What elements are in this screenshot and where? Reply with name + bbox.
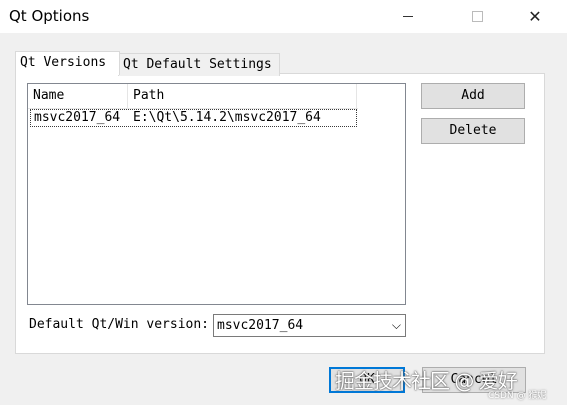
default-version-value: msvc2017_64 — [217, 318, 304, 333]
column-header-name[interactable]: Name — [28, 84, 128, 108]
close-button[interactable]: ✕ — [512, 0, 558, 33]
row-path-cell: E:\Qt\5.14.2\msvc2017_64 — [133, 110, 321, 125]
qt-versions-list[interactable]: Name Path msvc2017_64 E:\Qt\5.14.2\msvc2… — [27, 83, 406, 305]
default-version-select[interactable]: msvc2017_64 ⌵ — [213, 314, 406, 337]
maximize-icon — [471, 11, 483, 22]
table-row[interactable]: msvc2017_64 E:\Qt\5.14.2\msvc2017_64 — [30, 109, 357, 127]
minimize-button[interactable] — [385, 0, 431, 33]
row-name-cell: msvc2017_64 — [34, 110, 121, 125]
default-version-label: Default Qt/Win version: — [29, 317, 210, 332]
list-header: Name Path — [28, 84, 358, 109]
watermark-subtext: CSDN @ 猴妮 — [488, 391, 547, 401]
tab-qt-default-settings[interactable]: Qt Default Settings — [118, 53, 280, 76]
close-icon: ✕ — [528, 6, 542, 26]
tab-qt-versions[interactable]: Qt Versions — [15, 51, 120, 75]
title-bar: Qt Options ✕ — [0, 0, 567, 33]
chevron-down-icon: ⌵ — [391, 318, 401, 332]
add-button[interactable]: Add — [421, 83, 525, 109]
maximize-button — [454, 0, 500, 33]
minimize-icon — [403, 16, 413, 17]
window-title: Qt Options — [9, 7, 90, 25]
column-header-path[interactable]: Path — [128, 84, 357, 108]
delete-button[interactable]: Delete — [421, 118, 525, 144]
